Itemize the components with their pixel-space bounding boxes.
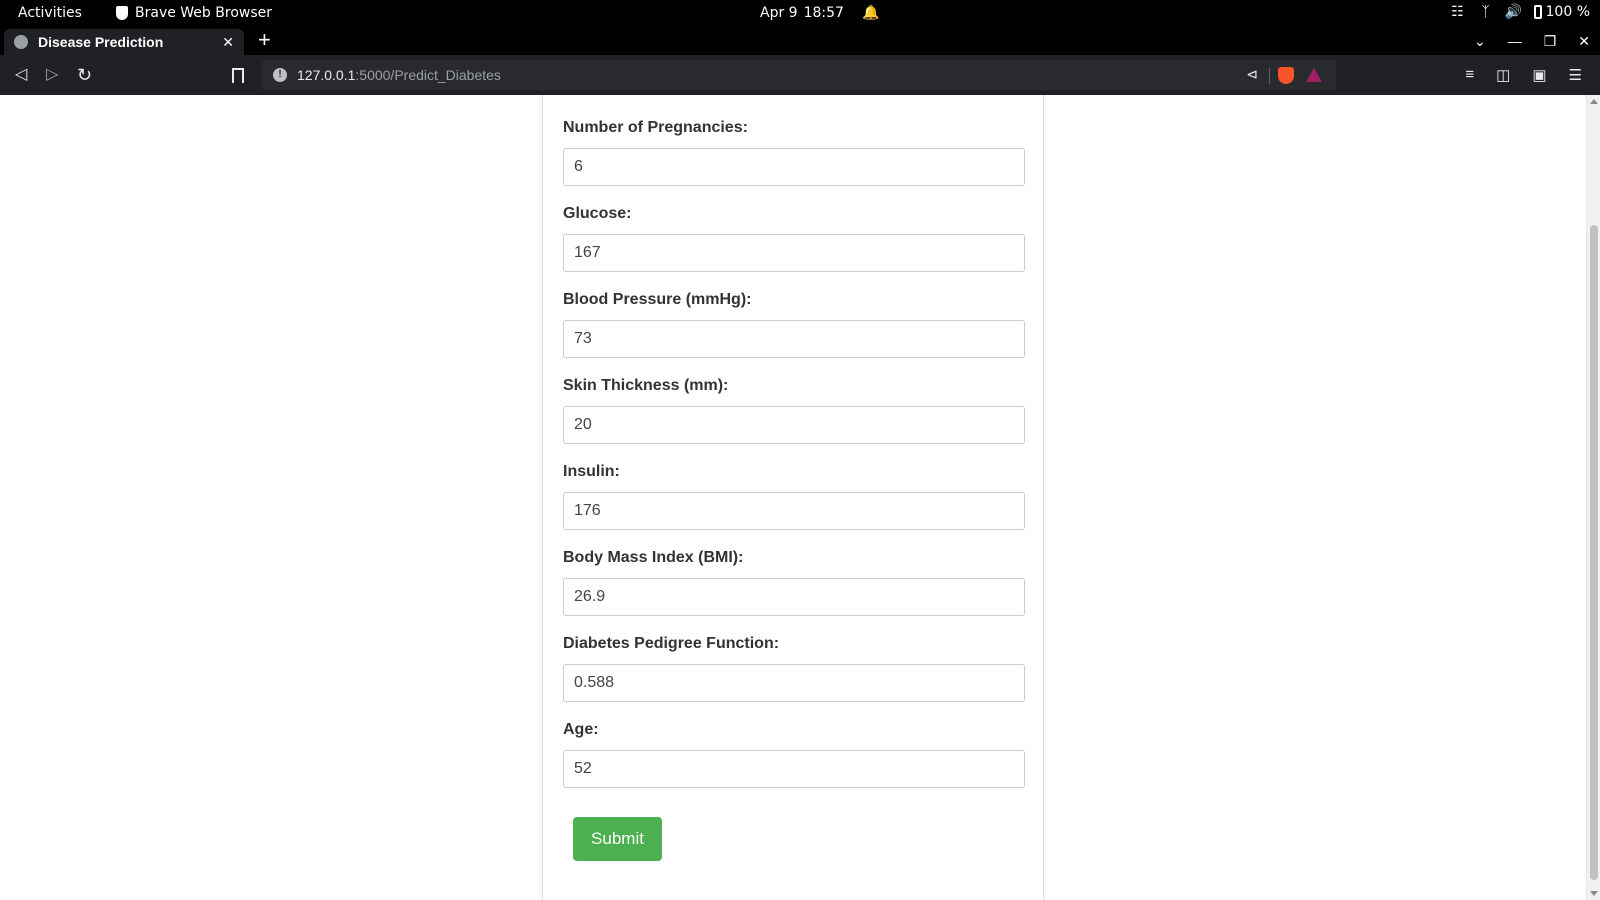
notification-bell-icon: 🔔 (861, 5, 880, 21)
submit-button[interactable]: Submit (573, 817, 662, 861)
toolbar-right-actions: ≡ ◫ ▣ ☰ (1465, 66, 1582, 84)
skin-thickness-input[interactable] (563, 406, 1025, 444)
page-viewport: Number of Pregnancies: Glucose: Blood Pr… (0, 95, 1600, 900)
insulin-label: Insulin: (563, 463, 620, 480)
app-menu[interactable]: Brave Web Browser (116, 5, 272, 21)
glucose-input[interactable] (563, 234, 1025, 272)
system-top-bar: Activities Brave Web Browser Apr 9 18:57… (0, 0, 1600, 27)
tab-strip: Disease Prediction ✕ (0, 27, 1600, 55)
maximize-icon[interactable]: ❐ (1544, 33, 1557, 50)
address-bar[interactable]: ! 127.0.0.1:5000/Predict_Diabetes ⊲ (262, 60, 1336, 90)
field-blood-pressure: Blood Pressure (mmHg): (563, 290, 1025, 376)
blood-pressure-input[interactable] (563, 320, 1025, 358)
brave-lion-icon (116, 6, 128, 20)
tab-search-chevron-icon[interactable]: ⌄ (1474, 33, 1486, 50)
app-name-label: Brave Web Browser (135, 5, 272, 21)
skin-thickness-label: Skin Thickness (mm): (563, 377, 729, 394)
blood-pressure-label: Blood Pressure (mmHg): (563, 291, 752, 308)
scrollbar-thumb[interactable] (1590, 225, 1598, 880)
playlist-icon[interactable]: ≡ (1465, 66, 1474, 84)
age-label: Age: (563, 721, 599, 738)
form-card: Number of Pregnancies: Glucose: Blood Pr… (542, 95, 1044, 900)
diabetes-form: Number of Pregnancies: Glucose: Blood Pr… (563, 118, 1025, 806)
glucose-label: Glucose: (563, 205, 632, 222)
scroll-down-icon[interactable] (1590, 891, 1598, 896)
pedigree-label: Diabetes Pedigree Function: (563, 635, 780, 652)
field-glucose: Glucose: (563, 204, 1025, 290)
url-host: 127.0.0.1 (297, 67, 356, 83)
share-icon[interactable]: ⊲ (1246, 66, 1258, 83)
volume-icon: 🔊 (1504, 4, 1523, 20)
url-path: :5000/Predict_Diabetes (355, 67, 501, 83)
new-tab-button[interactable]: + (258, 29, 271, 51)
insulin-input[interactable] (563, 492, 1025, 530)
close-tab-icon[interactable]: ✕ (222, 34, 234, 51)
system-tray[interactable]: ☷ ᛉ 🔊 100 % (1450, 4, 1590, 20)
field-skin-thickness: Skin Thickness (mm): (563, 376, 1025, 462)
page-scrollbar[interactable] (1586, 95, 1600, 900)
clock[interactable]: Apr 9 18:57 🔔 (760, 5, 879, 21)
window-controls: ⌄ — ❐ ✕ (1474, 33, 1590, 50)
bluetooth-icon: ᛉ (1481, 4, 1490, 20)
divider (1269, 68, 1270, 84)
menu-icon[interactable]: ☰ (1569, 66, 1582, 84)
bookmark-icon[interactable] (232, 68, 244, 83)
clock-date: Apr 9 (760, 5, 798, 21)
activities-button[interactable]: Activities (18, 5, 82, 21)
field-insulin: Insulin: (563, 462, 1025, 548)
field-pregnancies: Number of Pregnancies: (563, 118, 1025, 204)
globe-icon (14, 35, 28, 49)
tab-active[interactable]: Disease Prediction ✕ (4, 29, 244, 55)
pregnancies-input[interactable] (563, 148, 1025, 186)
network-icon: ☷ (1451, 4, 1464, 20)
battery-indicator: 100 % (1533, 4, 1590, 20)
pedigree-input[interactable] (563, 664, 1025, 702)
brave-rewards-icon[interactable] (1306, 68, 1322, 82)
close-window-icon[interactable]: ✕ (1578, 33, 1590, 50)
sidebar-icon[interactable]: ◫ (1496, 66, 1510, 84)
pregnancies-label: Number of Pregnancies: (563, 119, 748, 136)
field-age: Age: (563, 720, 1025, 806)
bmi-input[interactable] (563, 578, 1025, 616)
field-bmi: Body Mass Index (BMI): (563, 548, 1025, 634)
clock-time: 18:57 (803, 5, 844, 21)
battery-icon (1533, 5, 1542, 19)
bmi-label: Body Mass Index (BMI): (563, 549, 744, 566)
battery-level: 100 % (1545, 4, 1590, 20)
back-icon[interactable]: ◁ (15, 67, 27, 83)
scroll-up-icon[interactable] (1590, 99, 1598, 104)
reload-icon[interactable]: ↻ (77, 66, 92, 84)
site-info-icon[interactable]: ! (273, 68, 287, 82)
forward-icon[interactable]: ▷ (46, 67, 58, 83)
browser-toolbar: ◁ ▷ ↻ ! 127.0.0.1:5000/Predict_Diabetes … (0, 55, 1600, 95)
url-text[interactable]: 127.0.0.1:5000/Predict_Diabetes (297, 67, 501, 83)
field-pedigree: Diabetes Pedigree Function: (563, 634, 1025, 720)
minimize-icon[interactable]: — (1508, 33, 1522, 50)
tab-title: Disease Prediction (38, 34, 164, 50)
wallet-icon[interactable]: ▣ (1532, 66, 1546, 84)
brave-shields-icon[interactable] (1278, 67, 1294, 84)
age-input[interactable] (563, 750, 1025, 788)
